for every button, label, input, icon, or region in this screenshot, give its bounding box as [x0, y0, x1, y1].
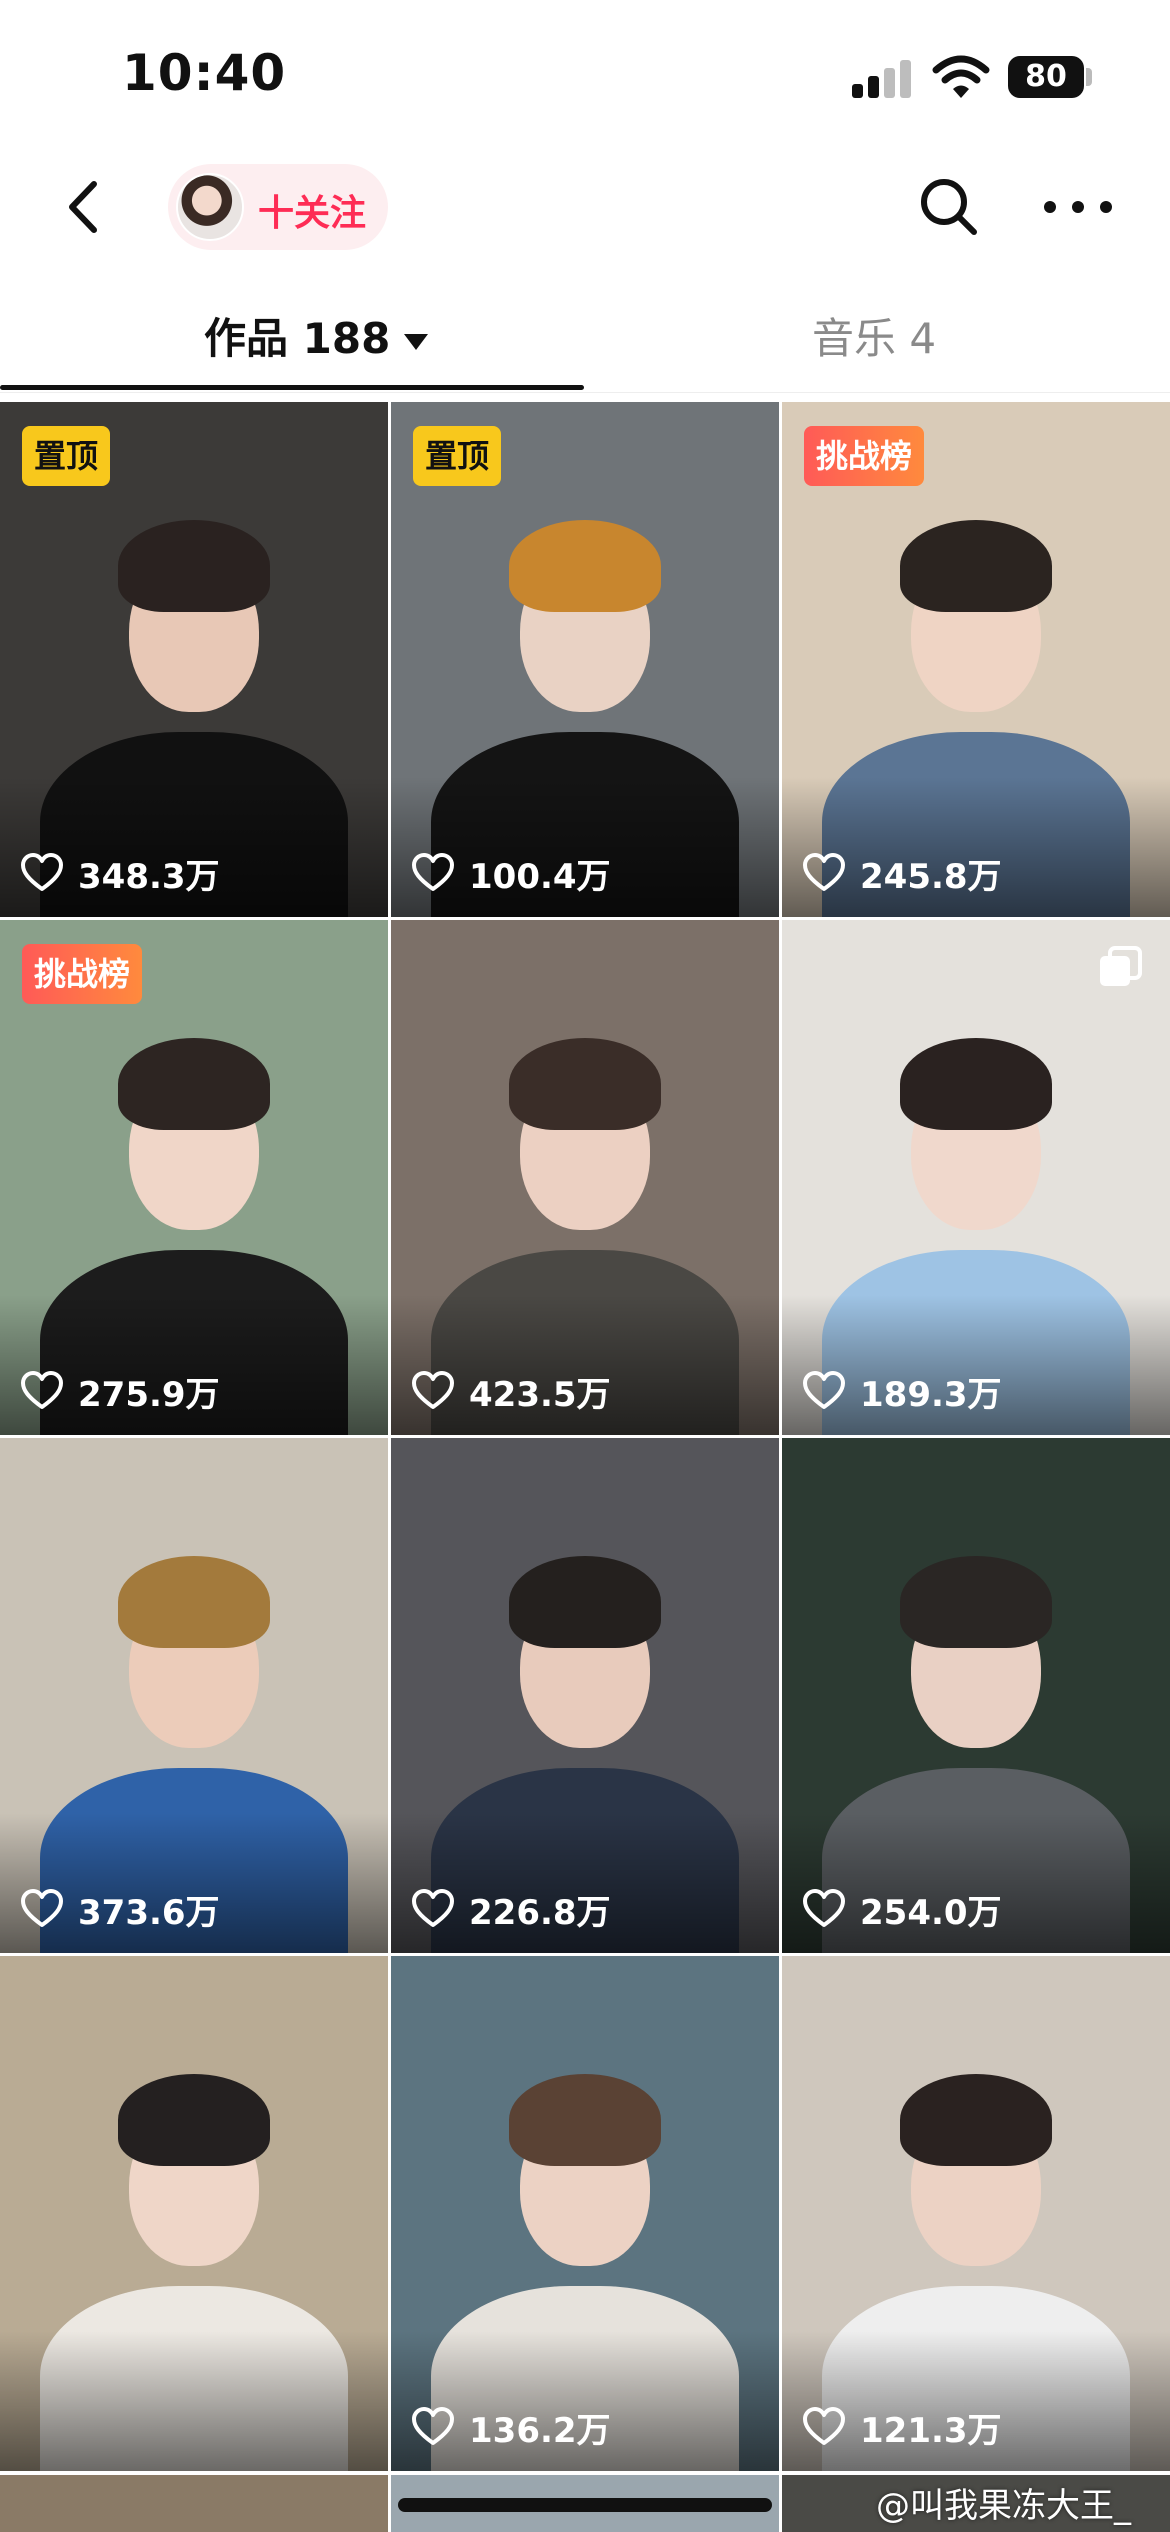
person-hair: [118, 1556, 270, 1648]
video-thumbnail[interactable]: 189.3万: [782, 920, 1170, 1435]
person-hair: [900, 2074, 1052, 2166]
like-stat: 226.8万: [411, 1885, 611, 1933]
avatar[interactable]: [176, 173, 244, 241]
like-count: 189.3万: [860, 1374, 1002, 1415]
content-tabs: 作品 188 音乐 4: [0, 285, 1170, 393]
video-thumbnail[interactable]: 置顶 348.3万: [0, 402, 388, 917]
person-hair: [900, 1556, 1052, 1648]
video-thumbnail[interactable]: 226.8万: [391, 1438, 779, 1953]
heart-icon: [803, 1371, 845, 1409]
heart-icon: [803, 1889, 845, 1927]
heart-icon: [21, 1371, 63, 1409]
heart-icon: [21, 1889, 63, 1927]
person-hair: [118, 2074, 270, 2166]
tab-music-label: 音乐 4: [812, 314, 937, 363]
like-count: 254.0万: [860, 1892, 1002, 1933]
person-hair: [118, 1038, 270, 1130]
like-stat: 245.8万: [802, 849, 1002, 897]
follow-button[interactable]: 十关注: [168, 164, 388, 250]
heart-icon: [412, 853, 454, 891]
video-thumbnail[interactable]: 136.2万: [391, 1956, 779, 2471]
battery-cap: [1086, 68, 1092, 86]
like-stat: 100.4万: [411, 849, 611, 897]
video-thumbnail[interactable]: 121.3万: [782, 1956, 1170, 2471]
bottom-gradient: [0, 2331, 388, 2471]
person-hair: [509, 520, 661, 612]
like-stat: 348.3万: [20, 849, 220, 897]
person-hair: [900, 1038, 1052, 1130]
pinned-badge: 置顶: [413, 426, 502, 486]
like-stat: 373.6万: [20, 1885, 220, 1933]
video-thumbnail[interactable]: 置顶 100.4万: [391, 402, 779, 917]
like-count: 121.3万: [860, 2410, 1002, 2451]
heart-icon: [412, 1371, 454, 1409]
heart-icon: [412, 2407, 454, 2445]
video-thumbnail[interactable]: [0, 1956, 388, 2471]
person-hair: [509, 1038, 661, 1130]
like-stat: 189.3万: [802, 1367, 1002, 1415]
home-indicator: [398, 2498, 772, 2512]
like-count: 136.2万: [469, 2410, 611, 2451]
like-count: 226.8万: [469, 1892, 611, 1933]
video-thumbnail[interactable]: 423.5万: [391, 920, 779, 1435]
like-stat: 423.5万: [411, 1367, 611, 1415]
wifi-icon: [932, 55, 990, 98]
cellular-signal-icon: [852, 58, 912, 98]
like-stat: 136.2万: [411, 2403, 611, 2451]
video-thumbnail[interactable]: 373.6万: [0, 1438, 388, 1953]
back-icon[interactable]: [50, 172, 120, 242]
status-time: 10:40: [122, 44, 287, 102]
tab-works[interactable]: 作品 188: [204, 305, 429, 366]
pinned-badge: 置顶: [22, 426, 111, 486]
like-count: 100.4万: [469, 856, 611, 897]
person-hair: [900, 520, 1052, 612]
challenge-badge: 挑战榜: [22, 944, 143, 1004]
status-bar: 10:40 80: [0, 0, 1170, 150]
video-thumbnail[interactable]: 挑战榜 275.9万: [0, 920, 388, 1435]
video-grid: 置顶 348.3万 置顶 100.4万 挑战榜 245.8万 挑战榜 275.9万 423.5万…: [0, 402, 1170, 2471]
like-stat: 254.0万: [802, 1885, 1002, 1933]
heart-icon: [803, 2407, 845, 2445]
person-hair: [509, 2074, 661, 2166]
tab-music[interactable]: 音乐 4: [812, 305, 936, 366]
video-thumbnail[interactable]: 254.0万: [782, 1438, 1170, 1953]
like-count: 275.9万: [78, 1374, 220, 1415]
active-tab-indicator: [0, 385, 584, 390]
video-thumbnail[interactable]: 挑战榜 245.8万: [782, 402, 1170, 917]
multi-image-icon: [1100, 946, 1142, 986]
heart-icon: [803, 853, 845, 891]
weibo-watermark: @叫我果冻大王_: [876, 2486, 1131, 2526]
video-thumbnail-peek[interactable]: [0, 2475, 388, 2532]
like-count: 373.6万: [78, 1892, 220, 1933]
follow-label: 十关注: [258, 193, 367, 234]
person-hair: [118, 520, 270, 612]
heart-icon: [412, 1889, 454, 1927]
search-icon[interactable]: [916, 174, 982, 240]
profile-header: 十关注: [0, 150, 1170, 270]
like-stat: 121.3万: [802, 2403, 1002, 2451]
person-hair: [509, 1556, 661, 1648]
challenge-badge: 挑战榜: [804, 426, 925, 486]
like-stat: 275.9万: [20, 1367, 220, 1415]
tab-works-label: 作品 188: [204, 314, 391, 363]
battery-indicator: 80: [1008, 56, 1084, 98]
like-count: 348.3万: [78, 856, 220, 897]
caret-down-icon[interactable]: [404, 333, 429, 350]
heart-icon: [21, 853, 63, 891]
more-icon[interactable]: [1040, 174, 1116, 240]
like-count: 245.8万: [860, 856, 1002, 897]
like-count: 423.5万: [469, 1374, 611, 1415]
